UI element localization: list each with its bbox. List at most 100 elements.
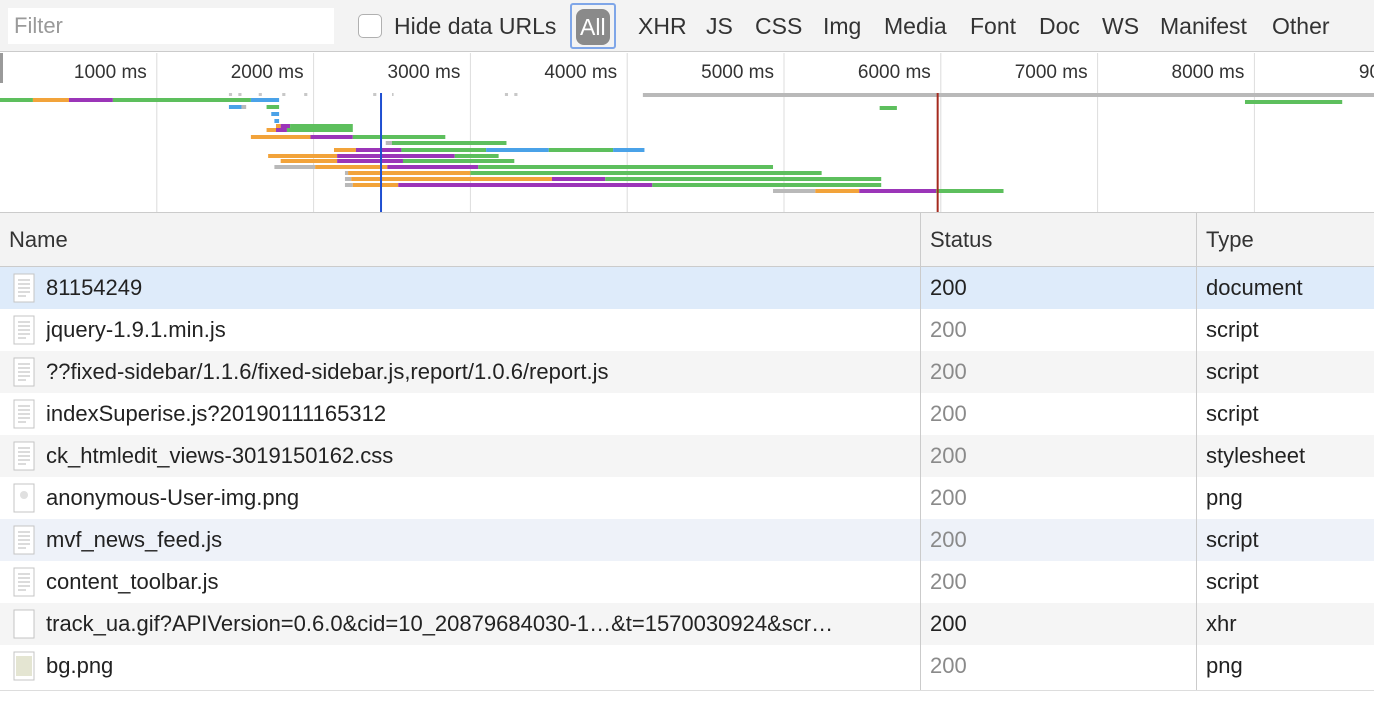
filter-doc[interactable]: Doc [1039, 0, 1080, 52]
request-type: script [1206, 317, 1259, 342]
request-name[interactable]: jquery-1.9.1.min.js [46, 309, 910, 351]
request-bar-segment [280, 159, 338, 163]
request-row[interactable]: mvf_news_feed.js 200 script [0, 519, 1374, 561]
filter-input[interactable] [8, 8, 334, 44]
request-bar-segment [238, 93, 242, 96]
script-icon [12, 399, 36, 429]
request-bar-segment [348, 171, 471, 175]
request-bar-segment [352, 183, 399, 187]
request-bar-segment [355, 148, 402, 152]
filter-img[interactable]: Img [823, 0, 861, 52]
filter-font[interactable]: Font [970, 0, 1016, 52]
request-bar-segment [470, 171, 822, 175]
request-bar-segment [613, 148, 645, 152]
request-status: 200 [930, 569, 967, 594]
filter-all[interactable]: All [570, 3, 616, 49]
image-icon [12, 483, 36, 513]
column-header-type[interactable]: Type [1197, 213, 1254, 267]
request-bar-segment [504, 93, 509, 96]
request-row[interactable]: 81154249 200 document [0, 267, 1374, 309]
filter-media[interactable]: Media [884, 0, 947, 52]
request-status: 200 [930, 653, 967, 678]
filter-css[interactable]: CSS [755, 0, 802, 52]
request-type: xhr [1206, 611, 1237, 636]
request-row[interactable]: bg.png 200 png [0, 645, 1374, 687]
filter-js[interactable]: JS [706, 0, 733, 52]
hide-data-urls-toggle[interactable]: Hide data URLs [358, 13, 556, 39]
request-bar-segment [112, 98, 251, 102]
filter-manifest[interactable]: Manifest [1160, 0, 1247, 52]
request-name[interactable]: 81154249 [46, 267, 910, 309]
request-status: 200 [930, 527, 967, 552]
image-thumb-icon [12, 651, 36, 681]
request-bar-segment [402, 159, 515, 163]
request-bar-segment [392, 141, 507, 145]
request-bar-segment [250, 98, 280, 102]
request-bar-segment [1244, 100, 1343, 104]
column-header-status[interactable]: Status [921, 213, 992, 267]
network-request-table: Name Status Type 81154249 200 document jque… [0, 213, 1374, 702]
request-bar-segment [398, 183, 653, 187]
request-bar-segment [266, 128, 276, 132]
stylesheet-icon [12, 441, 36, 471]
timeline-tick-label: 1000 ms [74, 62, 147, 83]
request-bar-segment [310, 135, 353, 139]
filter-xhr[interactable]: XHR [638, 0, 687, 52]
request-row[interactable]: content_toolbar.js 200 script [0, 561, 1374, 603]
request-name[interactable]: indexSuperise.js?20190111165312 [46, 393, 910, 435]
column-divider[interactable] [1196, 213, 1197, 702]
network-overview-timeline[interactable]: 1000 ms 2000 ms 3000 ms 4000 ms 5000 ms 6000 … [0, 53, 1374, 213]
request-name[interactable]: anonymous-User-img.png [46, 477, 910, 519]
request-bar-segment [514, 93, 518, 96]
request-status: 200 [930, 401, 967, 426]
request-bar-segment [815, 189, 860, 193]
request-bar-segment [387, 165, 479, 169]
timeline-tick-label: 6000 ms [858, 62, 931, 83]
request-bar-segment [266, 105, 280, 109]
filter-ws[interactable]: WS [1102, 0, 1139, 52]
request-name[interactable]: mvf_news_feed.js [46, 519, 910, 561]
request-row[interactable]: track_ua.gif?APIVersion=0.6.0&cid=10_208… [0, 603, 1374, 645]
request-name[interactable]: bg.png [46, 645, 910, 687]
request-name[interactable]: ??fixed-sidebar/1.1.6/fixed-sidebar.js,r… [46, 351, 910, 393]
filter-other[interactable]: Other [1272, 0, 1330, 52]
request-bar-segment [478, 165, 774, 169]
request-bar-segment [454, 154, 499, 158]
request-type: script [1206, 401, 1259, 426]
request-row[interactable]: indexSuperise.js?20190111165312 200 script [0, 393, 1374, 435]
request-bar-segment [315, 165, 388, 169]
request-bar-segment [385, 141, 392, 145]
request-row[interactable]: jquery-1.9.1.min.js 200 script [0, 309, 1374, 351]
request-name[interactable]: content_toolbar.js [46, 561, 910, 603]
request-bar-segment [337, 159, 403, 163]
request-name[interactable]: track_ua.gif?APIVersion=0.6.0&cid=10_208… [46, 603, 910, 645]
request-row[interactable]: ??fixed-sidebar/1.1.6/fixed-sidebar.js,r… [0, 351, 1374, 393]
request-bar-segment [32, 98, 69, 102]
network-filter-toolbar: Hide data URLs All XHR JS CSS Img Media Font Do… [0, 0, 1374, 52]
request-bar-segment [275, 124, 281, 128]
request-bar-segment [268, 154, 338, 158]
column-divider[interactable] [920, 213, 921, 702]
request-bar-segment [228, 93, 233, 96]
overview-left-handle [0, 53, 3, 83]
request-bar-segment [344, 171, 349, 175]
request-bar-segment [271, 112, 280, 116]
request-bar-segment [68, 98, 113, 102]
request-bar-segment [859, 189, 937, 193]
request-name[interactable]: ck_htmledit_views-3019150162.css [46, 435, 910, 477]
request-bar-segment [352, 135, 446, 139]
document-icon [12, 273, 36, 303]
timeline-tick-label: 3000 ms [388, 62, 461, 83]
request-bar-segment [392, 93, 394, 96]
request-bar-segment [548, 148, 614, 152]
timeline-tick-label: 7000 ms [1015, 62, 1088, 83]
request-row[interactable]: ck_htmledit_views-3019150162.css 200 style… [0, 435, 1374, 477]
request-status: 200 [930, 443, 967, 468]
hide-data-urls-checkbox[interactable] [358, 14, 382, 38]
request-bar-segment [344, 183, 353, 187]
blank-file-icon [12, 609, 36, 639]
request-status: 200 [930, 611, 967, 636]
request-row[interactable]: anonymous-User-img.png 200 png [0, 477, 1374, 519]
column-header-name[interactable]: Name [0, 213, 68, 267]
request-bar-segment [258, 93, 262, 96]
